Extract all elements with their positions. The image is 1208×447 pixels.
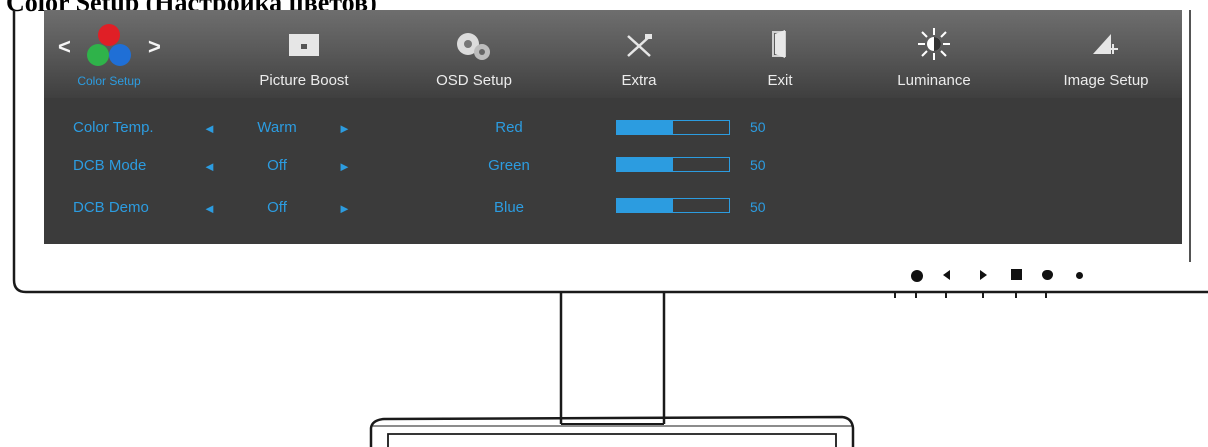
image-setup-icon — [1093, 34, 1118, 54]
red-slider-fill — [617, 121, 673, 134]
gears-icon — [457, 33, 490, 60]
tab-label: OSD Setup — [436, 72, 512, 89]
blue-slider-fill — [617, 199, 673, 212]
left-button-icon[interactable] — [943, 270, 950, 280]
dcb-mode-decrease-arrow[interactable]: ◄ — [203, 159, 216, 174]
sun-icon — [918, 28, 950, 60]
tab-label: Color Setup — [77, 74, 141, 88]
power-button-icon[interactable] — [911, 270, 923, 282]
tab-label: Extra — [621, 72, 657, 89]
tab-label: Exit — [767, 72, 793, 89]
green-slider-fill — [617, 158, 673, 171]
tab-exit[interactable]: Exit — [740, 10, 820, 98]
green-value: 50 — [750, 157, 766, 173]
red-label: Red — [495, 119, 523, 136]
color-temp-increase-arrow[interactable]: ► — [338, 121, 351, 136]
menu-button-icon[interactable] — [1011, 269, 1022, 280]
power-led-icon — [1076, 272, 1083, 279]
tab-label: Luminance — [897, 72, 971, 89]
dcb-mode-label: DCB Mode — [73, 157, 147, 174]
tab-picture-boost[interactable]: Picture Boost — [234, 10, 374, 98]
dcb-demo-label: DCB Demo — [73, 199, 149, 216]
dcb-demo-decrease-arrow[interactable]: ◄ — [203, 201, 216, 216]
tab-label: Picture Boost — [259, 72, 349, 89]
tools-icon — [627, 34, 652, 57]
color-temp-value[interactable]: Warm — [242, 119, 312, 136]
red-value: 50 — [750, 119, 766, 135]
osd-menu: < > Color Setup Picture Boost OSD Setup … — [44, 10, 1182, 244]
right-button-icon[interactable] — [980, 270, 987, 280]
blue-value: 50 — [750, 199, 766, 215]
blue-slider[interactable] — [616, 198, 730, 213]
exit-door-icon — [772, 30, 786, 58]
color-temp-label: Color Temp. — [73, 119, 154, 136]
tab-image-setup[interactable]: Image Setup — [1044, 10, 1168, 98]
dcb-demo-value[interactable]: Off — [242, 199, 312, 216]
blue-label: Blue — [493, 199, 525, 216]
rgb-circles-icon — [87, 24, 131, 66]
tab-osd-setup[interactable]: OSD Setup — [414, 10, 534, 98]
dcb-mode-increase-arrow[interactable]: ► — [338, 159, 351, 174]
tab-extra[interactable]: Extra — [599, 10, 679, 98]
color-temp-decrease-arrow[interactable]: ◄ — [203, 121, 216, 136]
dcb-mode-value[interactable]: Off — [242, 157, 312, 174]
tab-luminance[interactable]: Luminance — [874, 10, 994, 98]
dcb-demo-increase-arrow[interactable]: ► — [338, 201, 351, 216]
green-slider[interactable] — [616, 157, 730, 172]
red-slider[interactable] — [616, 120, 730, 135]
tab-label: Image Setup — [1063, 72, 1149, 89]
tab-color-setup[interactable]: Color Setup — [54, 10, 164, 98]
picture-boost-icon — [289, 34, 319, 56]
osd-tab-bar: < > Color Setup Picture Boost OSD Setup … — [44, 10, 1182, 98]
green-label: Green — [488, 157, 530, 174]
